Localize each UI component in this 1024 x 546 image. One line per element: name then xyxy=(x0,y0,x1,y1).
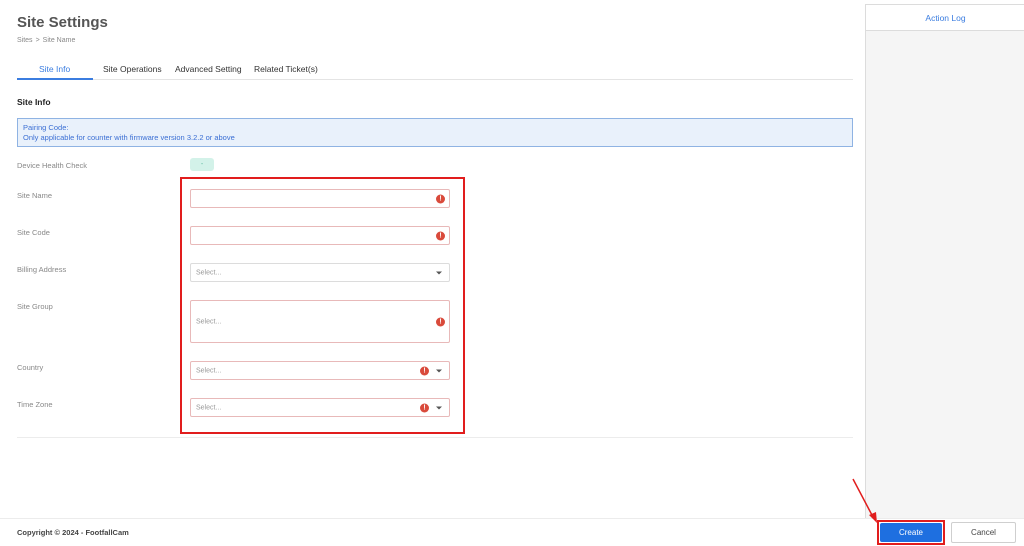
form-divider xyxy=(17,437,853,438)
site-code-label: Site Code xyxy=(17,228,50,237)
breadcrumb-current: Site Name xyxy=(42,37,76,44)
section-title: Site Info xyxy=(17,97,51,107)
info-box-text: Only applicable for counter with firmwar… xyxy=(23,133,235,142)
page-title: Site Settings xyxy=(17,14,108,31)
cancel-button[interactable]: Cancel xyxy=(951,522,1016,543)
tab-bar: Site Info Site Operations Advanced Setti… xyxy=(17,59,853,80)
tab-advanced-setting[interactable]: Advanced Setting xyxy=(175,64,242,74)
tab-site-info[interactable]: Site Info xyxy=(39,64,70,74)
tab-site-operations[interactable]: Site Operations xyxy=(103,64,162,74)
action-log-tab[interactable]: Action Log xyxy=(866,4,1024,31)
footer-divider xyxy=(0,518,1024,519)
create-button[interactable]: Create xyxy=(880,523,942,542)
active-tab-indicator xyxy=(17,78,93,80)
country-label: Country xyxy=(17,363,44,372)
time-zone-label: Time Zone xyxy=(17,400,53,409)
highlight-frame-required-fields xyxy=(180,177,465,434)
site-name-label: Site Name xyxy=(17,191,53,200)
main-content: Site Settings Sites > Site Name Site Info … xyxy=(0,0,864,546)
site-group-label: Site Group xyxy=(17,302,53,311)
device-health-label: Device Health Check xyxy=(17,161,88,170)
breadcrumb: Sites > Site Name xyxy=(17,37,78,44)
billing-address-label: Billing Address xyxy=(17,265,67,274)
device-health-badge: - xyxy=(190,158,214,171)
breadcrumb-separator: > xyxy=(35,37,40,44)
pairing-code-info-box: Pairing Code: Only applicable for counte… xyxy=(17,118,853,147)
copyright-text: Copyright © 2024 - FootfallCam xyxy=(17,528,129,537)
info-box-heading: Pairing Code: xyxy=(23,123,69,132)
tab-related-tickets[interactable]: Related Ticket(s) xyxy=(254,64,318,74)
action-log-panel: Action Log xyxy=(865,4,1024,518)
breadcrumb-sites-link[interactable]: Sites xyxy=(17,37,33,44)
